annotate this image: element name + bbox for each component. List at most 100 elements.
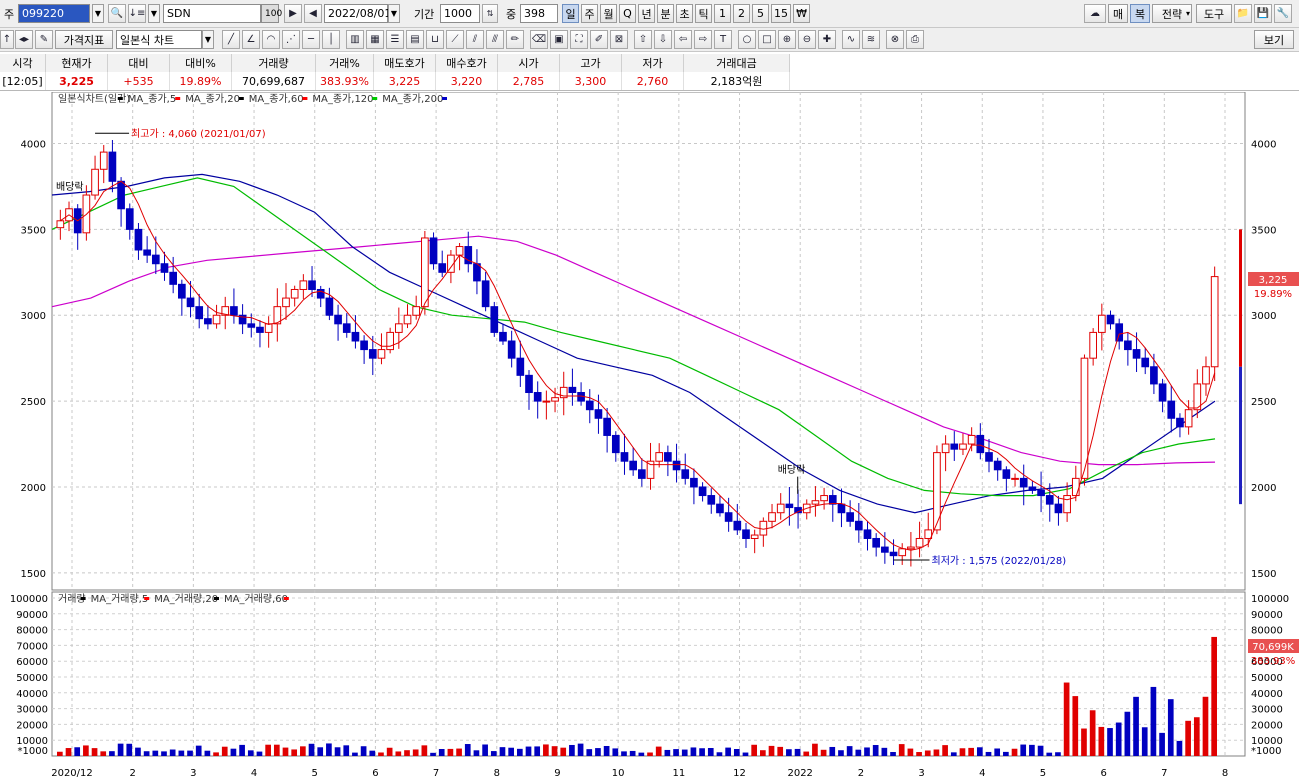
multi-button[interactable]: 복 [1130, 4, 1150, 23]
period-button-3[interactable]: 월 [600, 4, 617, 23]
line-tool-icon[interactable]: ╱ [222, 30, 240, 49]
arrow-up-icon[interactable]: ↑ [0, 30, 14, 49]
expand-icon[interactable]: ◂▸ [15, 30, 33, 49]
candle-body-120 [1089, 331, 1097, 359]
zoom-out-icon[interactable]: ⊖ [798, 30, 816, 49]
volume-bar-39 [386, 747, 393, 756]
period-button-9[interactable]: 1 [714, 4, 731, 23]
candle-body-18 [204, 318, 212, 325]
list-tool-icon[interactable]: ☰ [386, 30, 404, 49]
period-button-7[interactable]: 초 [676, 4, 693, 23]
prev-icon[interactable]: ◀ [304, 4, 322, 23]
period-button-11[interactable]: 5 [752, 4, 769, 23]
candle-body-15 [178, 283, 186, 299]
view-button[interactable]: 보기 [1254, 30, 1294, 49]
bars-tool-icon[interactable]: ▦ [366, 30, 384, 49]
period-button-10[interactable]: 2 [733, 4, 750, 23]
angle-tool-icon[interactable]: ∠ [242, 30, 260, 49]
price-legend-swatch-3 [238, 97, 244, 100]
candle-body-92 [846, 512, 854, 522]
sort-dropdown[interactable]: ▼ [148, 4, 160, 23]
current-change-label: 19.89% [1254, 289, 1292, 300]
cup-tool-icon[interactable]: ⊔ [426, 30, 444, 49]
period-button-2[interactable]: 주 [581, 4, 598, 23]
sort-icon[interactable]: ↓≡ [128, 4, 146, 23]
period-input[interactable]: 1000 [440, 4, 480, 23]
main-toolbar: 주 099220 ▼ 🔍 ↓≡ ▼ SDN 100 ▶ ◀ 2022/08/01… [0, 0, 1299, 28]
color-tool-icon[interactable]: ▣ [550, 30, 568, 49]
strategy-dropdown-icon[interactable]: ▾ [1182, 4, 1194, 23]
price-legend-swatch-1 [117, 97, 123, 100]
parallel-tool-icon[interactable]: ⫽ [466, 30, 484, 49]
quote-header-7: 매도호가 [374, 54, 436, 72]
cross-tool-icon[interactable]: ⊠ [610, 30, 628, 49]
candle-body-8 [117, 180, 125, 210]
eraser-tool-icon[interactable]: ⌫ [530, 30, 548, 49]
x-label-1: 2020/12 [51, 768, 93, 778]
cloud-icon[interactable]: ☁ [1084, 4, 1106, 23]
next-icon[interactable]: ▶ [284, 4, 302, 23]
buy-button[interactable]: 매 [1108, 4, 1128, 23]
pencil-tool-icon[interactable]: ✏ [506, 30, 524, 49]
hline-tool-icon[interactable]: ─ [302, 30, 320, 49]
candle-body-58 [551, 397, 559, 402]
price-indicator-button[interactable]: 가격지표 [55, 30, 113, 49]
date-input[interactable]: 2022/08/01 [324, 4, 391, 23]
note-tool-icon[interactable]: ✐ [590, 30, 608, 49]
stock-name-field[interactable]: SDN [163, 4, 261, 23]
wave2-tool-icon[interactable]: ≋ [862, 30, 880, 49]
date-dropdown[interactable]: ▼ [388, 4, 400, 23]
search-icon[interactable]: 🔍 [108, 4, 126, 23]
delete-tool-icon[interactable]: ⊗ [886, 30, 904, 49]
right-arrow-icon[interactable]: ⇨ [694, 30, 712, 49]
down-arrow-icon[interactable]: ⇩ [654, 30, 672, 49]
chart-type-dropdown[interactable]: ▼ [202, 30, 214, 49]
price-chart[interactable]: 1500 15002000 20002500 25003000 30003500 3500… [0, 92, 1299, 778]
period-button-5[interactable]: 년 [638, 4, 655, 23]
left-arrow-icon[interactable]: ⇦ [674, 30, 692, 49]
volume-bar-109 [994, 748, 1001, 756]
up-arrow-icon[interactable]: ⇧ [634, 30, 652, 49]
fan-tool-icon[interactable]: ⋰ [282, 30, 300, 49]
crosshair-icon[interactable]: ✚ [818, 30, 836, 49]
arc-tool-icon[interactable]: ◠ [262, 30, 280, 49]
settings-icon[interactable]: 🔧 [1274, 4, 1292, 23]
period-button-4[interactable]: Q [619, 4, 636, 23]
edit-icon[interactable]: ✎ [35, 30, 53, 49]
chart-area[interactable]: 1500 1500 2000 2000 2500 2500 3000 3000 3500 3500… [0, 92, 1299, 778]
period-button-1[interactable]: 일 [562, 4, 579, 23]
period-button-8[interactable]: 틱 [695, 4, 712, 23]
channel-tool-icon[interactable]: ⫻ [486, 30, 504, 49]
volume-bar-38 [378, 752, 384, 756]
grid-tool-icon[interactable]: ▥ [346, 30, 364, 49]
volume-bar-93 [855, 749, 862, 756]
folder-icon[interactable]: 📁 [1234, 4, 1252, 23]
stock-code-input[interactable]: 099220 [18, 4, 90, 23]
fill-tool-icon[interactable]: ⛶ [570, 30, 588, 49]
hist-tool-icon[interactable]: ▤ [406, 30, 424, 49]
save-icon[interactable]: 💾 [1254, 4, 1272, 23]
zoom-tool-icon[interactable]: ⊕ [778, 30, 796, 49]
x-label-14: 2 [858, 768, 864, 778]
candle-body-28 [290, 288, 299, 299]
rect-tool-icon[interactable]: □ [758, 30, 776, 49]
volume-bar-73 [681, 749, 688, 756]
period-button-13[interactable]: ₩ [793, 4, 810, 23]
period-button-12[interactable]: 15 [771, 4, 791, 23]
text-tool-icon[interactable]: T [714, 30, 732, 49]
tools-button[interactable]: 도구 [1196, 4, 1232, 23]
candle-body-134 [1210, 276, 1219, 368]
mid-input[interactable]: 398 [520, 4, 558, 23]
wave-tool-icon[interactable]: ∿ [842, 30, 860, 49]
chart-type-select[interactable]: 일본식 차트 [116, 30, 202, 49]
spinner-icon[interactable]: ⇅ [482, 4, 498, 23]
candle-body-113 [1028, 486, 1037, 491]
stock-code-dropdown[interactable]: ▼ [92, 4, 104, 23]
print-tool-icon[interactable]: ⎙ [906, 30, 924, 49]
vline-tool-icon[interactable]: │ [322, 30, 340, 49]
volume-bar-115 [1046, 752, 1053, 756]
x-label-19: 7 [1161, 768, 1167, 778]
diag-tool-icon[interactable]: ⟋ [446, 30, 464, 49]
period-button-6[interactable]: 분 [657, 4, 674, 23]
circle-tool-icon[interactable]: ○ [738, 30, 756, 49]
